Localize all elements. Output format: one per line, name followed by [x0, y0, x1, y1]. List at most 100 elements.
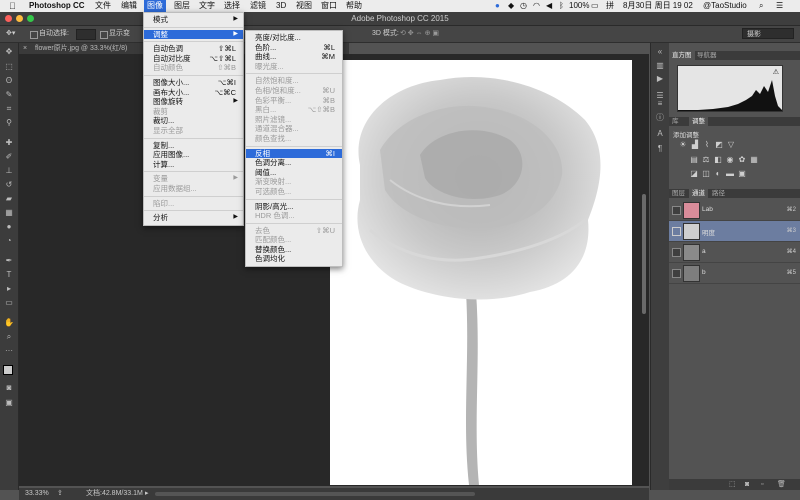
app-name-menu[interactable]: Photoshop CC: [26, 0, 88, 12]
menu-edit[interactable]: 编辑: [118, 0, 140, 12]
menu-item[interactable]: 画布大小... ⌥⌘C: [144, 88, 243, 98]
eraser-tool-icon[interactable]: ▰: [4, 194, 14, 204]
menu-window[interactable]: 窗口: [318, 0, 340, 12]
history-brush-tool-icon[interactable]: ↺: [4, 180, 14, 190]
load-selection-icon[interactable]: ⬚: [729, 479, 736, 490]
menu-item[interactable]: 图像旋转 ▶: [144, 97, 243, 107]
collapse-arrows-icon[interactable]: «: [655, 47, 665, 57]
channel-row-lightness[interactable]: 明度 ⌘3: [669, 221, 800, 242]
photo-filter-adjust-icon[interactable]: ◉: [726, 156, 734, 164]
curves-adjust-icon[interactable]: ⌇: [703, 141, 711, 149]
battery-icon[interactable]: ▭: [588, 0, 602, 12]
horizontal-scrollbar[interactable]: [155, 492, 475, 496]
path-selection-tool-icon[interactable]: ▸: [4, 284, 14, 294]
menu-item[interactable]: 复制...: [144, 141, 243, 151]
channel-mixer-adjust-icon[interactable]: ✿: [738, 156, 746, 164]
screen-mode-icon[interactable]: ▣: [4, 398, 14, 408]
status-arrow-icon[interactable]: ▸: [145, 488, 149, 500]
volume-icon[interactable]: ◀: [543, 0, 555, 12]
menu-view[interactable]: 视图: [293, 0, 315, 12]
channel-row-lab[interactable]: Lab ⌘2: [669, 200, 800, 221]
channel-row-a[interactable]: a ⌘4: [669, 242, 800, 263]
exposure-adjust-icon[interactable]: ◩: [715, 141, 723, 149]
menu-3d[interactable]: 3D: [273, 0, 289, 12]
input-source-icon[interactable]: 拼: [603, 0, 617, 12]
close-document-icon[interactable]: ×: [23, 43, 27, 54]
apple-icon[interactable]: : [6, 0, 19, 12]
show-transform-checkbox[interactable]: [100, 31, 108, 39]
selective-color-adjust-icon[interactable]: ▣: [738, 170, 746, 178]
crop-tool-icon[interactable]: ⌗: [4, 104, 14, 114]
marquee-tool-icon[interactable]: ⬚: [4, 62, 14, 72]
menu-type[interactable]: 文字: [196, 0, 218, 12]
color-balance-adjust-icon[interactable]: ⚖: [702, 156, 710, 164]
menu-item[interactable]: 自动色调 ⇧⌘L: [144, 44, 243, 54]
posterize-adjust-icon[interactable]: ◫: [702, 170, 710, 178]
tab-channels[interactable]: 通道: [689, 189, 708, 198]
auto-select-dropdown[interactable]: [76, 29, 96, 40]
clone-stamp-tool-icon[interactable]: ⊥: [4, 166, 14, 176]
menu-item[interactable]: 色调分离...: [246, 158, 342, 168]
new-channel-icon[interactable]: ▫: [761, 479, 763, 490]
pen-tool-icon[interactable]: ✒: [4, 256, 14, 266]
brightness-adjust-icon[interactable]: ☀: [679, 141, 687, 149]
warning-icon[interactable]: ⚠: [773, 68, 779, 76]
hue-sat-adjust-icon[interactable]: ▤: [690, 156, 698, 164]
share-icon[interactable]: ⇪: [57, 488, 63, 500]
move-tool-icon[interactable]: ✥: [4, 47, 14, 57]
menu-layer[interactable]: 图层: [171, 0, 193, 12]
tab-paths[interactable]: 路径: [709, 189, 728, 198]
menu-item[interactable]: 反相 ⌘I: [246, 148, 342, 159]
tab-libraries[interactable]: 库: [669, 117, 682, 126]
lasso-tool-icon[interactable]: ʘ: [4, 76, 14, 86]
menu-item[interactable]: 调整 ▶: [144, 29, 243, 40]
foreground-color-swatch[interactable]: [3, 365, 13, 375]
type-tool-icon[interactable]: T: [4, 270, 14, 280]
black-white-adjust-icon[interactable]: ◧: [714, 156, 722, 164]
tab-histogram[interactable]: 直方图: [669, 51, 695, 60]
visibility-toggle[interactable]: [672, 206, 681, 215]
visibility-toggle[interactable]: [672, 227, 681, 236]
menu-item[interactable]: 应用图像...: [144, 150, 243, 160]
zoom-tool-icon[interactable]: ⌕: [4, 332, 14, 342]
gradient-tool-icon[interactable]: ▦: [4, 208, 14, 218]
history-panel-icon[interactable]: ▥: [655, 61, 665, 71]
document-canvas[interactable]: [330, 60, 632, 485]
menu-image[interactable]: 图像: [144, 0, 166, 12]
quick-select-tool-icon[interactable]: ✎: [4, 90, 14, 100]
visibility-toggle[interactable]: [672, 269, 681, 278]
character-panel-icon[interactable]: A: [655, 129, 665, 139]
menu-item[interactable]: 分析 ▶: [144, 213, 243, 223]
dodge-tool-icon[interactable]: ◔: [4, 236, 14, 246]
healing-brush-tool-icon[interactable]: ✚: [4, 138, 14, 148]
brush-presets-icon[interactable]: ≡: [655, 99, 665, 109]
menu-item[interactable]: 色阶... ⌘L: [246, 43, 342, 53]
vertical-scrollbar[interactable]: [642, 194, 646, 314]
user-menu[interactable]: @TaoStudio: [700, 0, 750, 12]
zoom-level[interactable]: 33.33%: [25, 488, 49, 500]
paragraph-panel-icon[interactable]: ¶: [655, 144, 665, 154]
threshold-adjust-icon[interactable]: ◐: [714, 170, 722, 178]
dropbox-icon[interactable]: ◆: [505, 0, 517, 12]
tab-navigator[interactable]: 导航器: [694, 51, 720, 60]
menu-item[interactable]: 阈值...: [246, 168, 342, 178]
brush-tool-icon[interactable]: ✐: [4, 152, 14, 162]
tab-layers[interactable]: 图层: [669, 189, 688, 198]
clock[interactable]: 8月30日 周日 19 02: [620, 0, 696, 12]
menu-item[interactable]: 图像大小... ⌥⌘I: [144, 78, 243, 88]
menu-item[interactable]: 计算...: [144, 160, 243, 170]
visibility-toggle[interactable]: [672, 248, 681, 257]
menu-help[interactable]: 帮助: [343, 0, 365, 12]
time-machine-icon[interactable]: ◷: [517, 0, 530, 12]
save-selection-icon[interactable]: ◙: [745, 479, 749, 490]
document-size[interactable]: 文档:42.8M/33.1M: [86, 488, 143, 500]
3d-mode-icons[interactable]: ⟲ ✥ ⇔ ⊕ ▣: [400, 26, 439, 42]
menu-file[interactable]: 文件: [92, 0, 114, 12]
gradient-map-adjust-icon[interactable]: ▬: [726, 170, 734, 178]
actions-panel-icon[interactable]: ▶: [655, 74, 665, 84]
info-icon[interactable]: ●: [492, 0, 503, 12]
wifi-icon[interactable]: ◠: [530, 0, 543, 12]
menu-item[interactable]: 亮度/对比度...: [246, 33, 342, 43]
info-panel-icon[interactable]: ⓘ: [655, 113, 665, 123]
rectangle-tool-icon[interactable]: ▭: [4, 298, 14, 308]
